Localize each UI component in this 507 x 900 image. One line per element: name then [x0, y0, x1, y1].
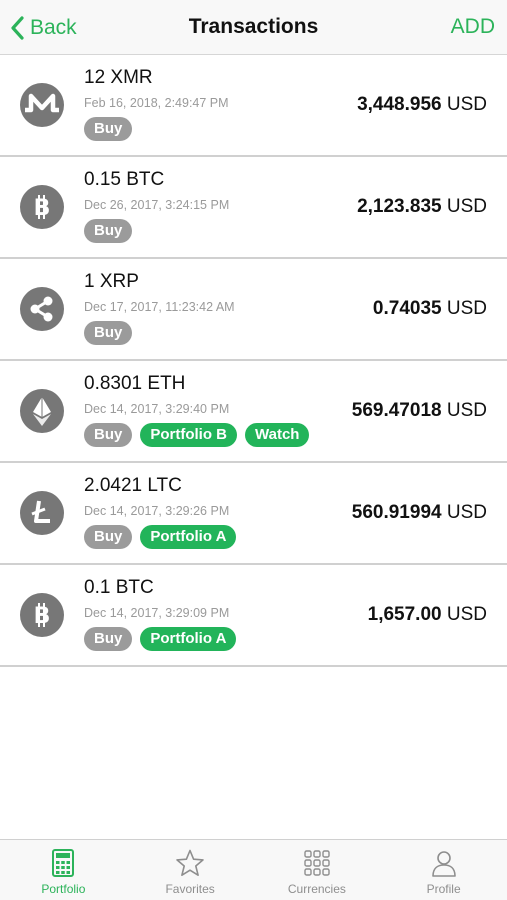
value-currency: USD	[446, 502, 487, 523]
ethereum-icon	[20, 389, 64, 433]
transaction-date: Feb 16, 2018, 2:49:47 PM	[84, 96, 229, 110]
transaction-value: 560.91994 USD	[352, 502, 487, 524]
transaction-row[interactable]: B 0.15 BTC Dec 26, 2017, 3:24:15 PM Buy …	[0, 157, 507, 259]
transaction-date: Dec 14, 2017, 3:29:09 PM	[84, 606, 230, 620]
value-number: 1,657.00	[367, 604, 442, 625]
person-icon	[431, 851, 456, 877]
transaction-amount: 0.1 BTC	[84, 577, 154, 598]
value-currency: USD	[446, 298, 487, 319]
monero-icon	[20, 83, 64, 127]
tab-currencies[interactable]: Currencies	[254, 840, 381, 900]
value-currency: USD	[446, 94, 487, 115]
tag-portfolio-a: Portfolio A	[140, 525, 237, 549]
transaction-date: Dec 17, 2017, 11:23:42 AM	[84, 300, 235, 314]
transaction-row[interactable]: 2.0421 LTC Dec 14, 2017, 3:29:26 PM Buy …	[0, 463, 507, 565]
calculator-icon	[52, 849, 75, 877]
tag-portfolio-a: Portfolio A	[140, 627, 237, 651]
transaction-value: 1,657.00 USD	[368, 604, 487, 626]
grid-icon	[304, 850, 330, 876]
transaction-value: 0.74035 USD	[373, 298, 487, 320]
tab-profile[interactable]: Profile	[380, 840, 507, 900]
tab-label: Currencies	[287, 882, 346, 896]
tab-label: Portfolio	[41, 882, 86, 896]
transaction-row[interactable]: 0.8301 ETH Dec 14, 2017, 3:29:40 PM Buy …	[0, 361, 507, 463]
page-title: Transactions	[188, 15, 319, 38]
tag-buy: Buy	[84, 321, 133, 345]
value-number: 3,448.956	[357, 94, 442, 115]
transaction-row[interactable]: 1 XRP Dec 17, 2017, 11:23:42 AM Buy 0.74…	[0, 259, 507, 361]
tab-bar: Portfolio Favorites Currencies Profile	[0, 839, 507, 900]
navigation-bar: Back Transactions ADD	[0, 0, 507, 55]
transaction-amount: 0.8301 ETH	[84, 373, 186, 394]
tab-label: Favorites	[165, 882, 215, 896]
tag-buy: Buy	[84, 627, 133, 651]
transaction-amount: 2.0421 LTC	[84, 475, 182, 496]
value-number: 2,123.835	[357, 196, 442, 217]
value-currency: USD	[446, 400, 487, 421]
transaction-value: 2,123.835 USD	[357, 196, 487, 218]
svg-text:B: B	[34, 604, 51, 629]
value-number: 0.74035	[372, 298, 442, 319]
transaction-value: 569.47018 USD	[352, 400, 487, 422]
svg-text:B: B	[34, 196, 51, 221]
transaction-row[interactable]: 12 XMR Feb 16, 2018, 2:49:47 PM Buy 3,44…	[0, 55, 507, 157]
bitcoin-icon: B	[20, 185, 64, 229]
bitcoin-icon: B	[20, 593, 64, 637]
value-number: 569.47018	[351, 400, 442, 421]
tab-label: Profile	[426, 882, 461, 896]
tag-buy: Buy	[84, 219, 133, 243]
ripple-icon	[20, 287, 64, 331]
tag-buy: Buy	[84, 117, 133, 141]
value-currency: USD	[446, 196, 487, 217]
transaction-amount: 12 XMR	[84, 67, 153, 88]
star-icon	[176, 849, 204, 876]
litecoin-icon	[20, 491, 64, 535]
tab-favorites[interactable]: Favorites	[127, 840, 254, 900]
tag-watch: Watch	[245, 423, 310, 447]
transaction-amount: 1 XRP	[84, 271, 139, 292]
transaction-row[interactable]: B 0.1 BTC Dec 14, 2017, 3:29:09 PM Buy P…	[0, 565, 507, 667]
transaction-date: Dec 26, 2017, 3:24:15 PM	[84, 198, 230, 212]
tab-portfolio[interactable]: Portfolio	[0, 840, 127, 900]
tag-buy: Buy	[84, 423, 133, 447]
transaction-date: Dec 14, 2017, 3:29:26 PM	[84, 504, 230, 518]
tag-portfolio-b: Portfolio B	[140, 423, 237, 447]
transaction-amount: 0.15 BTC	[84, 169, 165, 190]
transaction-date: Dec 14, 2017, 3:29:40 PM	[84, 402, 230, 416]
add-button[interactable]: ADD	[451, 15, 495, 39]
value-number: 560.91994	[351, 502, 442, 523]
transaction-value: 3,448.956 USD	[357, 94, 487, 116]
value-currency: USD	[446, 604, 487, 625]
transaction-list: 12 XMR Feb 16, 2018, 2:49:47 PM Buy 3,44…	[0, 55, 507, 667]
tag-buy: Buy	[84, 525, 133, 549]
